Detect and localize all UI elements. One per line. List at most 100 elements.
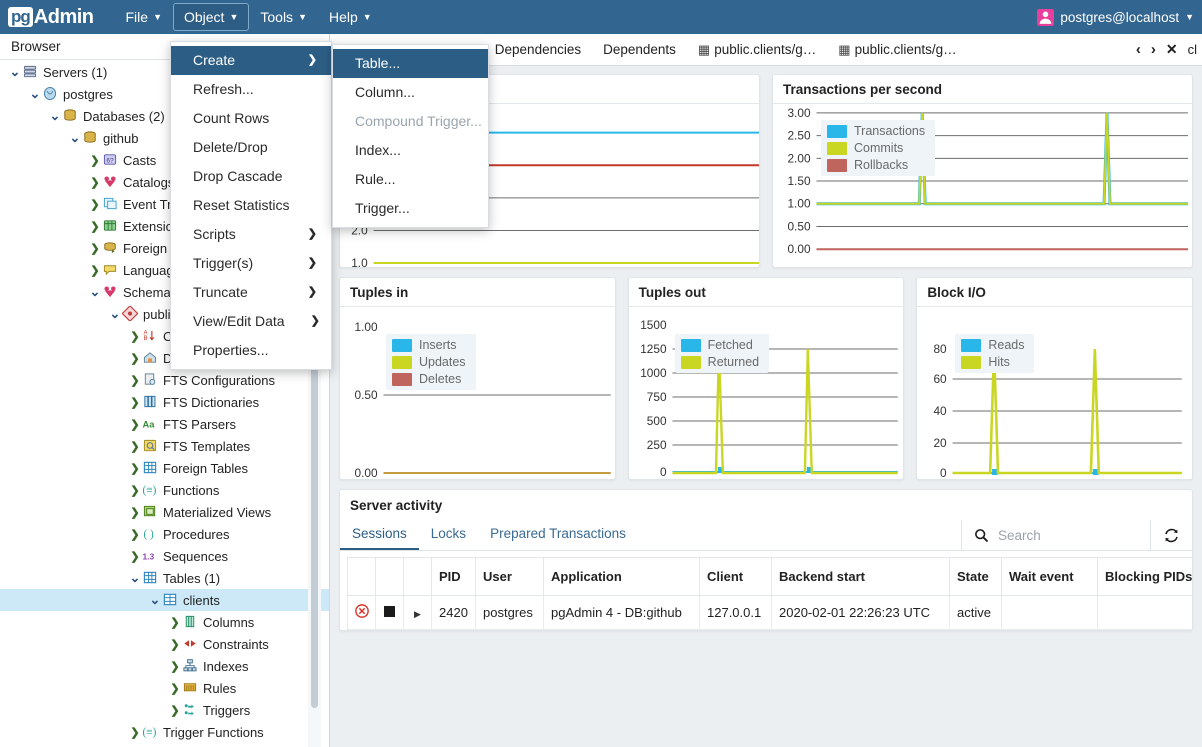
tab-label: Locks (430, 526, 467, 541)
dashboard-row-2: Tuples in 1.00 0.50 0.00 Inserts Updates… (339, 277, 1194, 480)
cancel-query-icon (355, 604, 369, 618)
cell-details[interactable]: ▶ (403, 595, 432, 630)
chevron-down-icon[interactable]: ⌄ (128, 571, 142, 584)
object-menu-item-properties[interactable]: Properties... (171, 336, 331, 365)
tab-sessions[interactable]: Sessions (340, 520, 419, 550)
chevron-right-icon[interactable]: ❯ (128, 396, 142, 409)
tree-item-constraints[interactable]: ❯ Constraints (0, 633, 329, 655)
chevron-down-icon[interactable]: ⌄ (28, 87, 42, 100)
chevron-down-icon[interactable]: ⌄ (108, 307, 122, 320)
tree-item-materialized-views[interactable]: ❯ Materialized Views (0, 501, 329, 523)
chevron-right-icon[interactable]: ❯ (88, 242, 102, 255)
sessions-table-wrapper: PID User Application Client Backend star… (340, 551, 1192, 630)
object-menu-item-reset-statistics[interactable]: Reset Statistics (171, 191, 331, 220)
chevron-down-icon[interactable]: ⌄ (148, 593, 162, 606)
object-dropdown-menu[interactable]: Create ❯ Refresh... Count Rows Delete/Drop Dr… (170, 41, 332, 370)
tree-item-fts-parsers[interactable]: ❯ Aa FTS Parsers (0, 413, 329, 435)
tree-item-rules[interactable]: ❯ Rules (0, 677, 329, 699)
legend-label: Fetched (707, 338, 753, 352)
tree-item-fts-configurations[interactable]: ❯ FTS Configurations (0, 369, 329, 391)
tree-item-indexes[interactable]: ❯ Indexes (0, 655, 329, 677)
create-menu-item-column[interactable]: Column... (333, 78, 488, 107)
cell-cancel[interactable] (347, 595, 376, 630)
chevron-right-icon[interactable]: ❯ (168, 638, 182, 651)
trigger-functions-icon: (≡) (142, 724, 160, 740)
chevron-right-icon[interactable]: ❯ (128, 528, 142, 541)
object-menu-item-count-rows[interactable]: Count Rows (171, 104, 331, 133)
object-menu-item-scripts[interactable]: Scripts ❯ (171, 220, 331, 249)
refresh-button[interactable] (1151, 523, 1192, 548)
chevron-right-icon[interactable]: ❯ (128, 418, 142, 431)
create-menu-item-trigger[interactable]: Trigger... (333, 194, 488, 223)
menu-tools[interactable]: Tools ▼ (250, 4, 317, 30)
chevron-down-icon[interactable]: ⌄ (88, 285, 102, 298)
tree-item-fts-dictionaries[interactable]: ❯ FTS Dictionaries (0, 391, 329, 413)
menu-help[interactable]: Help ▼ (319, 4, 382, 30)
create-menu-item-index[interactable]: Index... (333, 136, 488, 165)
tab-locks[interactable]: Locks (419, 520, 478, 550)
tree-item-label: FTS Parsers (163, 416, 236, 432)
tree-item-columns[interactable]: ❯ Columns (0, 611, 329, 633)
chevron-right-icon[interactable]: ❯ (88, 176, 102, 189)
chevron-down-icon[interactable]: ⌄ (8, 65, 22, 78)
tab-data-grid-2[interactable]: ▦ public.clients/g… (827, 34, 967, 65)
chevron-right-icon[interactable]: ❯ (128, 330, 142, 343)
tree-item-label: FTS Dictionaries (163, 394, 260, 410)
chevron-right-icon[interactable]: ❯ (168, 616, 182, 629)
chevron-down-icon[interactable]: ⌄ (68, 131, 82, 144)
chevron-right-icon[interactable]: ❯ (88, 154, 102, 167)
object-menu-item-drop-cascade[interactable]: Drop Cascade (171, 162, 331, 191)
chevron-down-icon[interactable]: ⌄ (48, 109, 62, 122)
chevron-right-icon[interactable]: ❯ (88, 198, 102, 211)
chevron-right-icon[interactable]: ❯ (88, 264, 102, 277)
search-container[interactable] (961, 520, 1151, 550)
tab-close-button[interactable]: ✕ (1161, 41, 1183, 58)
chevron-right-icon[interactable]: ❯ (128, 462, 142, 475)
databases-icon (62, 108, 80, 124)
tab-next-button[interactable]: › (1146, 41, 1161, 58)
object-menu-item-refresh[interactable]: Refresh... (171, 75, 331, 104)
chevron-right-icon[interactable]: ❯ (128, 352, 142, 365)
object-menu-item-create[interactable]: Create ❯ (171, 46, 331, 75)
object-menu-item-delete-drop[interactable]: Delete/Drop (171, 133, 331, 162)
chevron-right-icon[interactable]: ❯ (88, 220, 102, 233)
create-submenu[interactable]: Table... Column... Compound Trigger... Inde… (332, 44, 489, 228)
tree-item-functions[interactable]: ❯ (≡) Functions (0, 479, 329, 501)
tab-dependencies[interactable]: Dependencies (484, 34, 592, 65)
tree-item-fts-templates[interactable]: ❯ FTS Templates (0, 435, 329, 457)
search-input[interactable] (998, 527, 1138, 543)
menu-object[interactable]: Object ▼ (172, 3, 250, 31)
tab-prev-button[interactable]: ‹ (1131, 41, 1146, 58)
tab-label: Dependents (603, 42, 676, 57)
chevron-right-icon[interactable]: ❯ (168, 704, 182, 717)
chevron-down-icon: ▼ (153, 12, 162, 22)
create-menu-item-rule[interactable]: Rule... (333, 165, 488, 194)
menu-file[interactable]: File ▼ (116, 4, 172, 30)
tree-item-procedures[interactable]: ❯( ) Procedures (0, 523, 329, 545)
object-menu-item-view-edit-data[interactable]: View/Edit Data ❯ (171, 307, 331, 336)
user-menu[interactable]: postgres@localhost ▼ (1037, 0, 1194, 34)
chevron-right-icon[interactable]: ❯ (168, 682, 182, 695)
tab-data-grid-1[interactable]: ▦ public.clients/g… (687, 34, 827, 65)
chevron-right-icon[interactable]: ❯ (128, 726, 142, 739)
tree-item-tables-1[interactable]: ⌄ Tables (1) (0, 567, 329, 589)
chevron-right-icon[interactable]: ❯ (168, 660, 182, 673)
object-menu-item-truncate[interactable]: Truncate ❯ (171, 278, 331, 307)
chevron-right-icon[interactable]: ❯ (128, 484, 142, 497)
tree-item-triggers[interactable]: ❯ Triggers (0, 699, 329, 721)
object-menu-item-trigger-s[interactable]: Trigger(s) ❯ (171, 249, 331, 278)
tree-item-trigger-functions[interactable]: ❯ (≡) Trigger Functions (0, 721, 329, 743)
tab-dependents[interactable]: Dependents (592, 34, 687, 65)
tree-item-sequences[interactable]: ❯ 1.3 Sequences (0, 545, 329, 567)
create-menu-item-table[interactable]: Table... (333, 49, 488, 78)
cell-terminate[interactable] (375, 595, 404, 630)
chevron-right-icon[interactable]: ❯ (128, 550, 142, 563)
tree-item-foreign-tables[interactable]: ❯ Foreign Tables (0, 457, 329, 479)
chevron-right-icon[interactable]: ❯ (128, 440, 142, 453)
tab-prepared-transactions[interactable]: Prepared Transactions (478, 520, 638, 550)
chevron-right-icon[interactable]: ❯ (128, 506, 142, 519)
legend-label: Inserts (419, 338, 457, 352)
tree-item-clients[interactable]: ⌄ clients (0, 589, 329, 611)
chevron-right-icon[interactable]: ❯ (128, 374, 142, 387)
tree-item-label: FTS Configurations (163, 372, 275, 388)
